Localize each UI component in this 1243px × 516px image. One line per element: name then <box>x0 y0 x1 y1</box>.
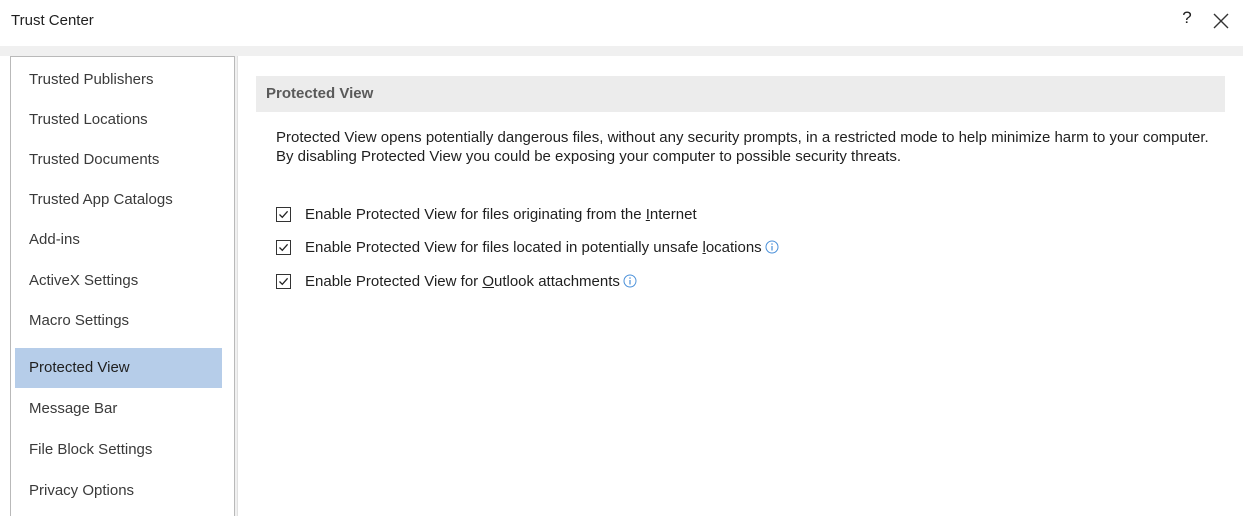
unsafe-locations-checkbox[interactable] <box>276 239 291 255</box>
info-icon[interactable] <box>765 240 779 254</box>
close-icon <box>1213 13 1229 29</box>
help-button[interactable]: ? <box>1176 8 1198 34</box>
section-title: Protected View <box>256 76 1225 112</box>
sidebar-item-file-block-settings[interactable]: File Block Settings <box>15 430 222 470</box>
sidebar-item-trusted-locations[interactable]: Trusted Locations <box>15 100 222 140</box>
sidebar-item-message-bar[interactable]: Message Bar <box>15 389 222 429</box>
title-bar: Trust Center ? <box>0 0 1243 46</box>
info-icon[interactable] <box>623 274 637 288</box>
sidebar-item-privacy-options[interactable]: Privacy Options <box>15 471 222 511</box>
sidebar-item-macro-settings[interactable]: Macro Settings <box>15 301 222 341</box>
option-label: Enable Protected View for files located … <box>305 238 762 256</box>
checkmark-icon <box>279 210 289 218</box>
option-internet-files[interactable]: Enable Protected View for files originat… <box>276 203 697 225</box>
option-label: Enable Protected View for Outlook attach… <box>305 272 620 290</box>
sidebar-item-trusted-app-catalogs[interactable]: Trusted App Catalogs <box>15 180 222 220</box>
sidebar-item-trusted-publishers[interactable]: Trusted Publishers <box>15 60 222 100</box>
window-title: Trust Center <box>11 12 94 29</box>
sidebar: Trusted Publishers Trusted Locations Tru… <box>10 56 235 516</box>
sidebar-item-add-ins[interactable]: Add-ins <box>15 220 222 260</box>
close-button[interactable] <box>1209 9 1233 33</box>
sidebar-item-protected-view[interactable]: Protected View <box>15 348 222 388</box>
protected-view-description: Protected View opens potentially dangero… <box>276 129 1209 165</box>
outlook-attachments-checkbox[interactable] <box>276 273 291 289</box>
sidebar-item-trusted-documents[interactable]: Trusted Documents <box>15 140 222 180</box>
option-label: Enable Protected View for files originat… <box>305 205 697 223</box>
checkmark-icon <box>279 243 289 251</box>
option-unsafe-locations[interactable]: Enable Protected View for files located … <box>276 236 779 258</box>
checkmark-icon <box>279 277 289 285</box>
sidebar-item-activex-settings[interactable]: ActiveX Settings <box>15 261 222 301</box>
divider <box>0 46 1243 56</box>
internet-files-checkbox[interactable] <box>276 206 291 222</box>
option-outlook-attachments[interactable]: Enable Protected View for Outlook attach… <box>276 270 637 292</box>
